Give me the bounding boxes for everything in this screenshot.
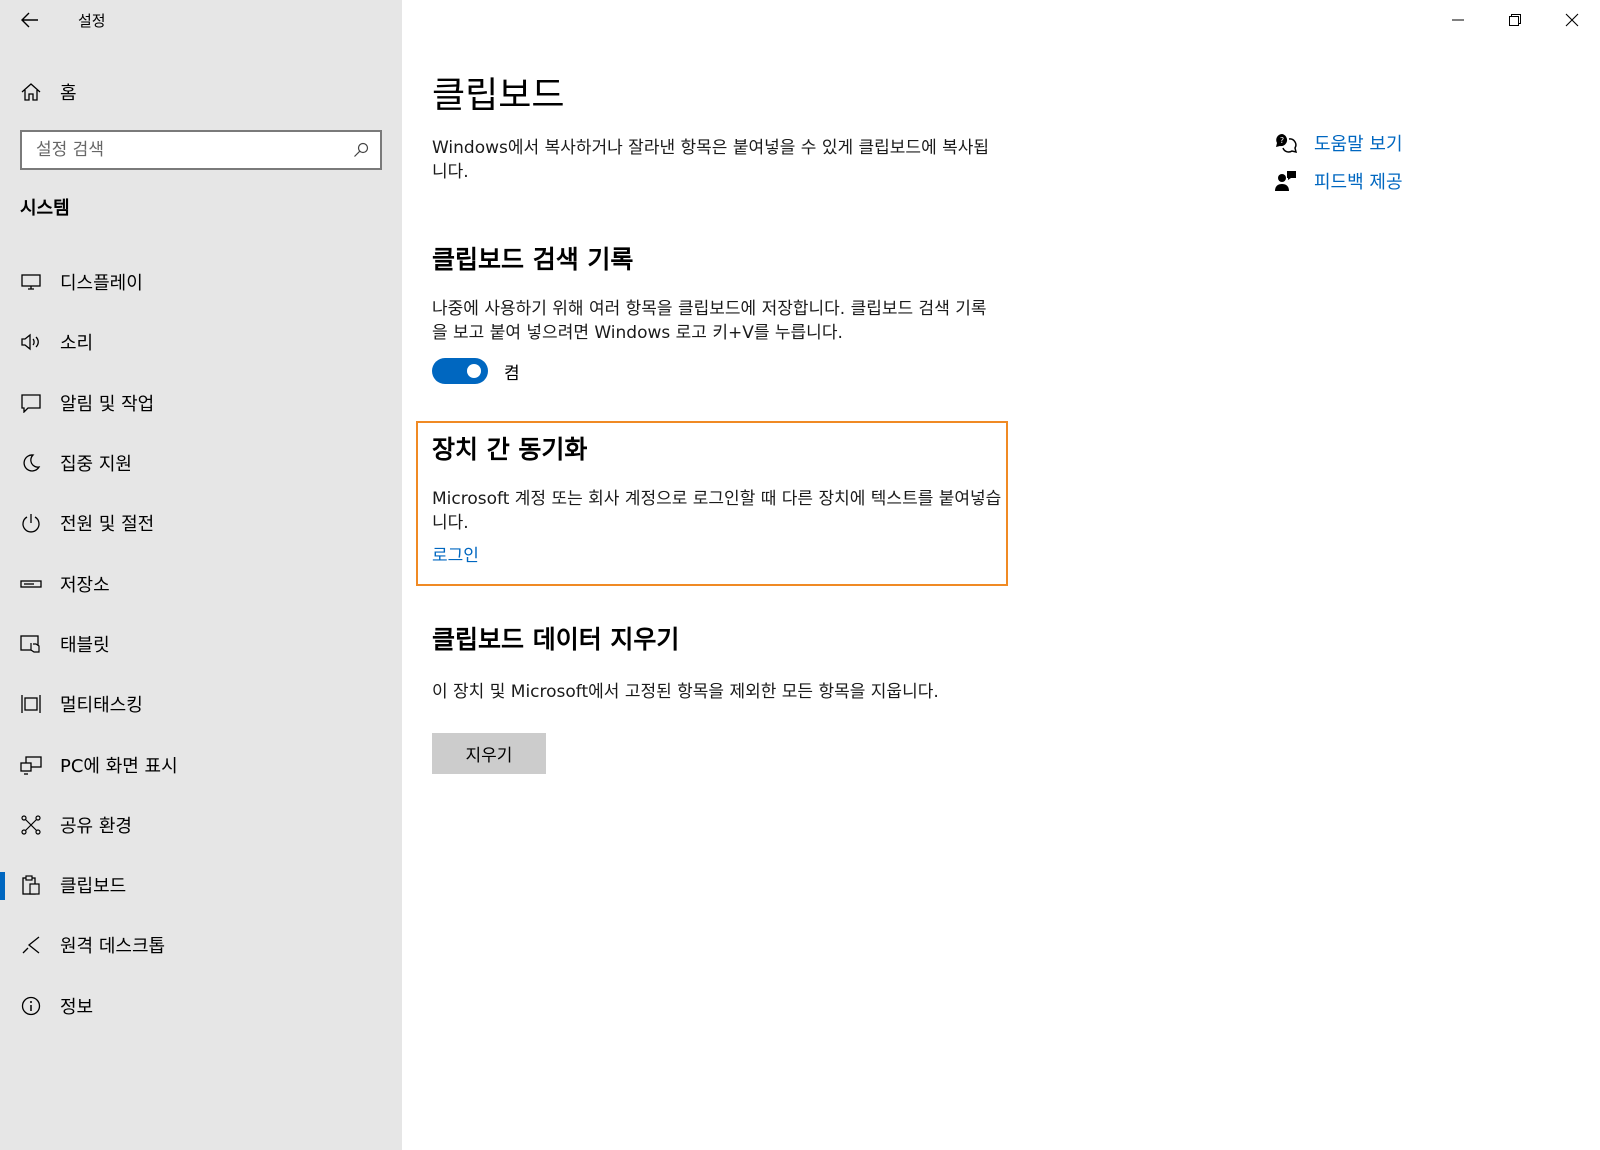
sidebar-item-label: 디스플레이: [60, 273, 143, 295]
sidebar-item-label: 멀티태스킹: [60, 695, 143, 717]
sidebar-item-multitasking[interactable]: 멀티태스킹: [0, 674, 402, 734]
search-input[interactable]: [36, 140, 350, 160]
moon-icon: [20, 452, 42, 474]
sidebar-item-label: 집중 지원: [60, 454, 132, 476]
sidebar-section-title: 시스템: [20, 198, 70, 219]
sync-description: Microsoft 계정 또는 회사 계정으로 로그인할 때 다른 장치에 텍스…: [432, 489, 1002, 533]
sidebar-item-label: 공유 환경: [60, 815, 132, 837]
minimize-button[interactable]: [1429, 0, 1486, 40]
clear-description: 이 장치 및 Microsoft에서 고정된 항목을 제외한 모든 항목을 지웁…: [432, 682, 939, 702]
sidebar-item-project[interactable]: PC에 화면 표시: [0, 734, 402, 794]
history-toggle-row: 켬: [432, 358, 520, 384]
sidebar-item-tablet[interactable]: 태블릿: [0, 614, 402, 674]
search-box[interactable]: [20, 130, 382, 170]
back-button[interactable]: [16, 6, 44, 34]
sidebar-item-about[interactable]: 정보: [0, 976, 402, 1036]
toggle-knob: [467, 364, 481, 378]
related-links: ? 도움말 보기 피드백 제공: [1274, 124, 1403, 200]
sync-heading: 장치 간 동기화: [432, 435, 588, 464]
window-controls: [1429, 0, 1600, 40]
display-icon: [20, 271, 42, 293]
feedback-link-label: 피드백 제공: [1314, 172, 1403, 193]
help-link-label: 도움말 보기: [1314, 134, 1403, 155]
history-description: 나중에 사용하기 위해 여러 항목을 클립보드에 저장합니다. 클립보드 검색 …: [432, 299, 987, 343]
minimize-icon: [1451, 19, 1464, 21]
remote-desktop-icon: [20, 934, 42, 956]
project-icon: [20, 754, 42, 776]
sidebar-item-storage[interactable]: 저장소: [0, 553, 402, 613]
sidebar-item-label: 전원 및 절전: [60, 514, 155, 536]
sign-in-link[interactable]: 로그인: [432, 544, 479, 568]
search-icon[interactable]: [350, 139, 372, 161]
sidebar-item-label: 원격 데스크톱: [60, 936, 166, 958]
clear-heading: 클립보드 데이터 지우기: [432, 625, 680, 654]
sidebar-item-label: 태블릿: [60, 634, 110, 656]
sidebar-item-power[interactable]: 전원 및 절전: [0, 493, 402, 553]
clear-button[interactable]: 지우기: [432, 733, 546, 774]
close-button[interactable]: [1543, 0, 1600, 40]
page-title: 클립보드: [432, 75, 565, 116]
sidebar-item-label: 저장소: [60, 574, 110, 596]
titlebar-left: 설정: [0, 0, 402, 40]
notification-icon: [20, 392, 42, 414]
sidebar-item-shared-experiences[interactable]: 공유 환경: [0, 795, 402, 855]
sidebar-item-clipboard[interactable]: 클립보드: [0, 855, 402, 915]
intro-text: Windows에서 복사하거나 잘라낸 항목은 붙여넣을 수 있게 클립보드에 …: [432, 138, 990, 182]
tablet-icon: [20, 633, 42, 655]
power-icon: [20, 512, 42, 534]
storage-icon: [20, 573, 42, 595]
share-icon: [20, 814, 42, 836]
history-toggle[interactable]: [432, 358, 488, 384]
sidebar-item-sound[interactable]: 소리: [0, 312, 402, 372]
back-arrow-icon: [21, 12, 38, 28]
sidebar-item-label: 클립보드: [60, 876, 127, 898]
help-chat-icon: ?: [1274, 131, 1298, 155]
sidebar-nav: 디스플레이 소리 알림 및 작업 집중 지원 전원 및 절전 저장소 태블릿 멀…: [0, 252, 402, 1036]
help-link[interactable]: ? 도움말 보기: [1274, 124, 1403, 162]
sidebar-home-label: 홈: [60, 83, 77, 104]
multitasking-icon: [20, 693, 42, 715]
sidebar-item-label: 정보: [60, 996, 94, 1018]
sidebar-home[interactable]: 홈: [0, 72, 402, 112]
speaker-icon: [20, 331, 42, 353]
sidebar: 설정 홈 시스템 디스플레이 소리 알림 및 작업 집중 지원 전원: [0, 0, 402, 1150]
restore-button[interactable]: [1486, 0, 1543, 40]
sidebar-item-notifications[interactable]: 알림 및 작업: [0, 373, 402, 433]
sidebar-item-display[interactable]: 디스플레이: [0, 252, 402, 312]
sidebar-item-label: 소리: [60, 333, 94, 355]
history-heading: 클립보드 검색 기록: [432, 245, 634, 274]
home-icon: [21, 83, 41, 101]
app-title: 설정: [78, 12, 106, 30]
restore-icon: [1508, 14, 1521, 26]
history-toggle-label: 켬: [504, 363, 520, 384]
sidebar-item-label: PC에 화면 표시: [60, 755, 178, 777]
sidebar-item-focus-assist[interactable]: 집중 지원: [0, 433, 402, 493]
feedback-icon: [1274, 169, 1298, 193]
clipboard-icon: [20, 874, 42, 896]
svg-text:?: ?: [1280, 136, 1284, 145]
info-icon: [20, 995, 42, 1017]
sidebar-item-label: 알림 및 작업: [60, 393, 155, 415]
close-icon: [1565, 13, 1578, 27]
feedback-link[interactable]: 피드백 제공: [1274, 162, 1403, 200]
sidebar-item-remote-desktop[interactable]: 원격 데스크톱: [0, 915, 402, 975]
